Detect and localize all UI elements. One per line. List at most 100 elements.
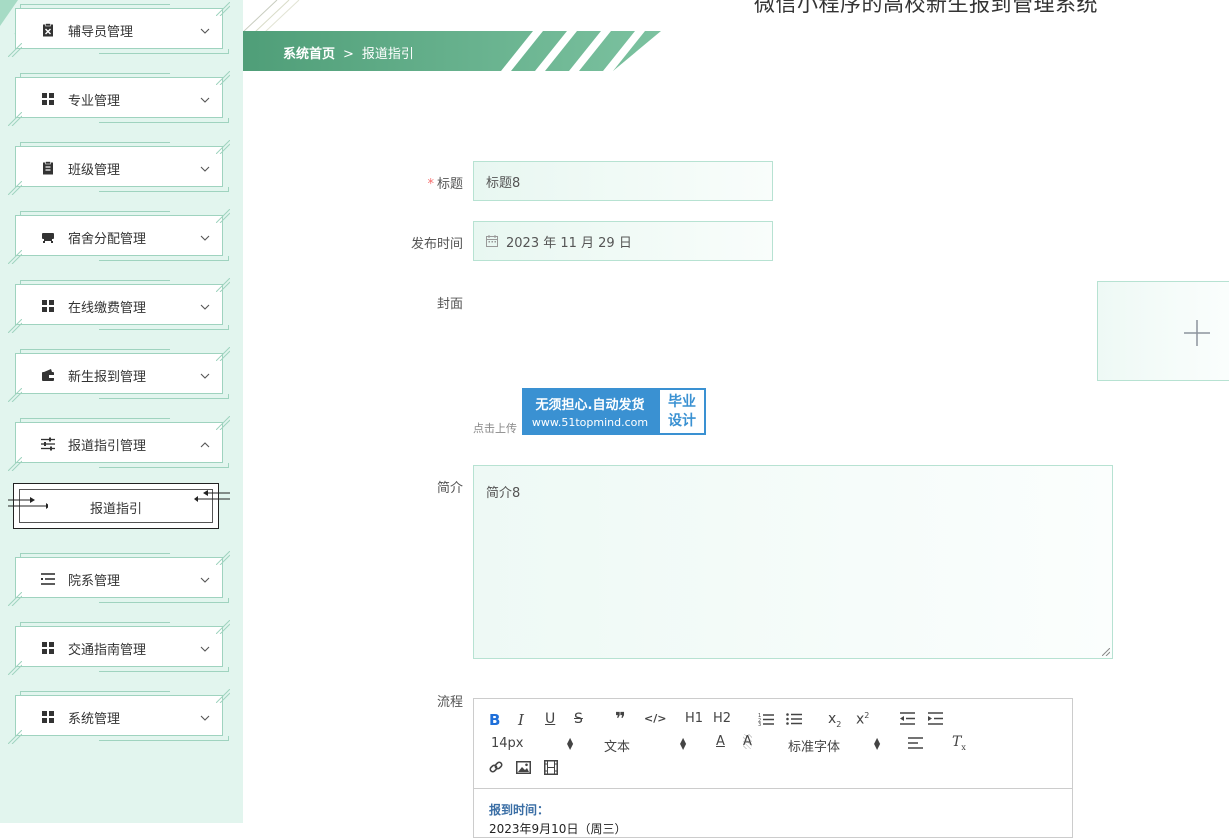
title-label: * 标题 xyxy=(383,173,463,192)
superscript-icon[interactable]: x2 xyxy=(856,711,869,728)
link-icon[interactable] xyxy=(489,760,504,775)
sidebar-subitem-guide[interactable]: 报道指引 xyxy=(8,483,230,529)
sidebar-item-1[interactable]: 专业管理 xyxy=(7,70,231,127)
title-label-text: 标题 xyxy=(436,177,463,192)
menu-frame xyxy=(20,280,170,284)
frame-slash-decoration xyxy=(215,139,231,155)
chevron-down-icon xyxy=(200,297,210,310)
font-family-select[interactable]: 标准字体 ▲ ▼ xyxy=(788,736,882,756)
sliders-icon xyxy=(41,436,55,451)
sidebar-item-label: 专业管理 xyxy=(68,94,121,109)
rich-text-editor[interactable]: B I U S ❞ </> H1 H2 123 x2 x2 14px ▲ ▼ 文… xyxy=(473,698,1073,838)
code-block-icon[interactable]: </> xyxy=(644,712,666,725)
menu-frame xyxy=(20,553,170,557)
sidebar-item-3[interactable]: 宿舍分配管理 xyxy=(7,208,231,265)
image-icon[interactable] xyxy=(516,761,531,774)
frame-slash-decoration xyxy=(7,42,23,58)
font-size-select[interactable]: 14px ▲ ▼ xyxy=(491,736,575,751)
menu-frame xyxy=(20,211,170,215)
menu-frame xyxy=(99,256,229,261)
font-color-icon[interactable]: A xyxy=(716,734,725,749)
chevron-down-icon xyxy=(200,159,210,172)
frame-slash-decoration xyxy=(215,550,231,566)
watermark-line1: 无须担心.自动发货 xyxy=(535,398,645,413)
sidebar-item-6[interactable]: 报道指引管理 xyxy=(7,415,231,472)
chevron-down-icon xyxy=(200,21,210,34)
resize-grip-icon[interactable] xyxy=(1102,648,1110,656)
watermark-banner: 无须担心.自动发货 www.51topmind.com 毕业 设计 xyxy=(522,388,706,435)
background-color-icon[interactable]: A xyxy=(743,734,752,749)
ordered-list-icon[interactable]: 123 xyxy=(758,712,774,726)
frame-slash-decoration xyxy=(7,180,23,196)
grid-icon xyxy=(41,298,55,312)
menu-frame xyxy=(20,418,170,422)
menu-frame xyxy=(99,463,229,468)
required-mark: * xyxy=(427,177,434,192)
sidebar-item-7[interactable]: 院系管理 xyxy=(7,550,231,607)
watermark-badge-line2: 设计 xyxy=(668,413,696,429)
frame-slash-decoration xyxy=(7,456,23,472)
breadcrumb-home[interactable]: 系统首页 xyxy=(283,47,335,62)
bold-icon[interactable]: B xyxy=(489,711,500,729)
heading2-button[interactable]: H2 xyxy=(713,711,731,726)
sidebar-item-label: 报道指引管理 xyxy=(68,439,147,454)
subscript-icon[interactable]: x2 xyxy=(828,711,841,729)
bullet-list-icon[interactable] xyxy=(786,712,802,726)
cover-upload-box[interactable] xyxy=(1097,281,1229,381)
editor-heading: 报到时间： xyxy=(489,803,550,817)
menu-frame xyxy=(20,4,170,8)
outdent-icon[interactable] xyxy=(900,712,915,725)
header-decoration xyxy=(243,0,300,32)
intro-label: 简介 xyxy=(436,481,463,496)
sidebar-item-8[interactable]: 交通指南管理 xyxy=(7,619,231,676)
block-type-select[interactable]: 文本 ▲ ▼ xyxy=(604,736,688,756)
menu-frame xyxy=(99,598,229,603)
sidebar-item-label: 院系管理 xyxy=(68,574,121,589)
grid-icon xyxy=(41,91,55,105)
indent-icon[interactable] xyxy=(928,712,943,725)
select-arrows-icon: ▲ ▼ xyxy=(567,736,574,751)
sidebar-item-9[interactable]: 系统管理 xyxy=(7,688,231,745)
chevron-down-icon xyxy=(200,90,210,103)
grid-icon xyxy=(41,640,55,654)
menu-frame xyxy=(99,118,229,123)
editor-content[interactable]: 报到时间： 2023年9月10日（周三） xyxy=(489,801,626,837)
heading1-button[interactable]: H1 xyxy=(685,711,703,726)
underline-icon[interactable]: U xyxy=(545,711,555,727)
frame-slash-decoration xyxy=(215,208,231,224)
title-input[interactable]: 标题8 xyxy=(473,161,773,201)
frame-slash-decoration xyxy=(215,619,231,635)
breadcrumb-separator: > xyxy=(343,47,354,62)
intro-textarea[interactable]: 简介8 xyxy=(473,465,1113,659)
chevron-down-icon xyxy=(200,366,210,379)
select-arrows-icon: ▲ ▼ xyxy=(874,736,881,751)
sidebar-item-2[interactable]: 班级管理 xyxy=(7,139,231,196)
sidebar-item-label: 班级管理 xyxy=(68,163,121,178)
menu-frame xyxy=(99,325,229,330)
bed-icon xyxy=(41,229,55,243)
blockquote-icon[interactable]: ❞ xyxy=(615,709,626,730)
calendar-icon xyxy=(486,235,498,247)
clear-format-icon[interactable]: Tx xyxy=(952,734,966,752)
sidebar-item-4[interactable]: 在线缴费管理 xyxy=(7,277,231,334)
menu-frame xyxy=(99,187,229,192)
frame-slash-decoration xyxy=(215,415,231,431)
align-left-icon[interactable] xyxy=(908,737,923,749)
sidebar-item-label: 在线缴费管理 xyxy=(68,301,147,316)
title-input-value: 标题8 xyxy=(486,175,521,191)
italic-icon[interactable]: I xyxy=(518,711,524,729)
strikethrough-icon[interactable]: S xyxy=(574,711,583,727)
upload-hint[interactable]: 点击上传 xyxy=(473,420,517,436)
breadcrumb-current: 报道指引 xyxy=(361,47,414,62)
menu-frame xyxy=(20,691,170,695)
frame-slash-decoration xyxy=(7,729,23,745)
menu-frame xyxy=(20,622,170,626)
select-arrows-icon: ▲ ▼ xyxy=(680,736,687,751)
publish-time-picker[interactable]: 2023 年 11 月 29 日 xyxy=(473,221,773,261)
block-type-value: 文本 xyxy=(604,740,631,755)
sidebar-item-0[interactable]: 辅导员管理 xyxy=(7,1,231,58)
publish-time-value: 2023 年 11 月 29 日 xyxy=(506,235,632,251)
sidebar-item-5[interactable]: 新生报到管理 xyxy=(7,346,231,403)
chevron-down-icon xyxy=(200,570,210,583)
video-icon[interactable] xyxy=(544,760,558,775)
